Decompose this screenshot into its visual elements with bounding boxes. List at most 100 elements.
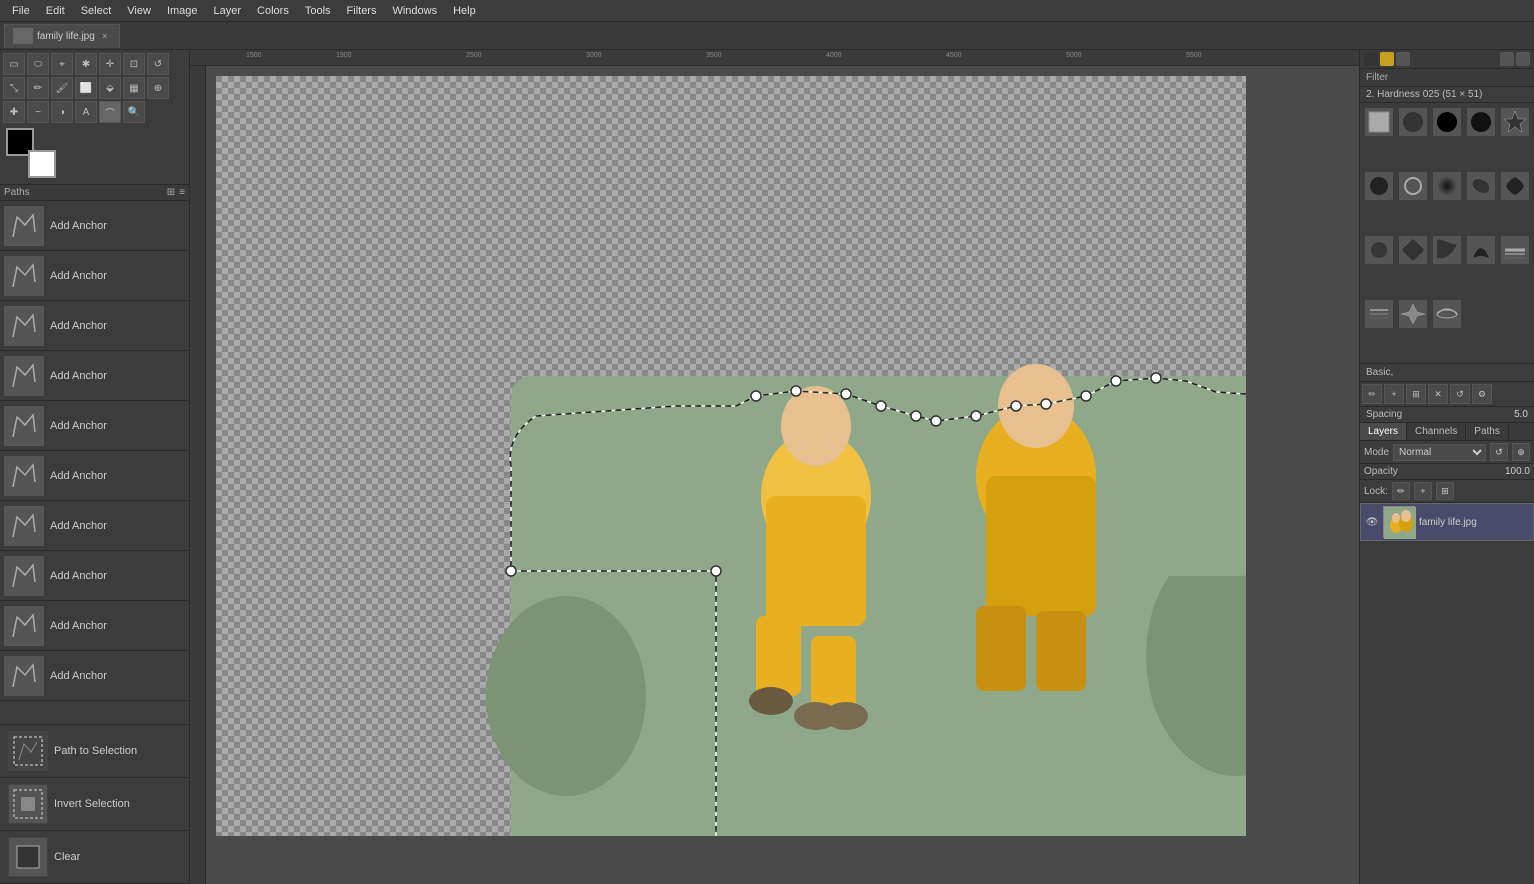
brush-cell[interactable] [1465, 234, 1497, 266]
brush-cell[interactable] [1363, 234, 1395, 266]
list-item[interactable]: Add Anchor [0, 251, 189, 301]
panel-close-button[interactable] [1396, 52, 1410, 66]
mode-reset-button[interactable]: ↺ [1490, 443, 1508, 461]
brush-cell[interactable] [1499, 234, 1531, 266]
brush-cell[interactable] [1397, 298, 1429, 330]
bucket-tool[interactable]: ⬙ [99, 77, 121, 99]
brush-edit-button[interactable]: ✏ [1362, 384, 1382, 404]
tab-channels[interactable]: Channels [1407, 423, 1466, 440]
background-color[interactable] [28, 150, 56, 178]
image-tab[interactable]: family life.jpg × [4, 24, 120, 48]
list-item[interactable]: Add Anchor [0, 201, 189, 251]
layer-thumbnail [1383, 506, 1415, 538]
clear-button[interactable]: Clear [0, 831, 189, 884]
toolbox-settings-icon[interactable]: ≡ [179, 187, 185, 198]
path-tool[interactable]: ⌒ [99, 101, 121, 123]
lock-all-button[interactable]: ⊞ [1436, 482, 1454, 500]
crop-tool[interactable]: ⊡ [123, 53, 145, 75]
brush-duplicate-button[interactable]: ⊞ [1406, 384, 1426, 404]
gradient-tool[interactable]: ▦ [123, 77, 145, 99]
panel-restore-button[interactable] [1380, 52, 1394, 66]
panel-action-button[interactable] [1500, 52, 1514, 66]
tab-paths[interactable]: Paths [1466, 423, 1509, 440]
zoom-tool[interactable]: 🔍 [123, 101, 145, 123]
tab-close-button[interactable]: × [99, 30, 111, 42]
brush-cell[interactable] [1363, 170, 1395, 202]
brush-cell[interactable] [1499, 106, 1531, 138]
list-item[interactable]: Add Anchor [0, 301, 189, 351]
menu-edit[interactable]: Edit [38, 3, 73, 19]
dodge-tool[interactable]: ◑ [51, 101, 73, 123]
brush-cell[interactable] [1431, 106, 1463, 138]
tab-layers[interactable]: Layers [1360, 423, 1407, 440]
brush-cell[interactable] [1431, 298, 1463, 330]
menu-colors[interactable]: Colors [249, 3, 297, 19]
color-swatches [6, 128, 56, 178]
tool-icons: ▭ ⬭ ⌖ ✱ ✛ ⊡ ↺ ⤡ ✏ 🖌 ⬜ ⬙ ▦ ⊕ ✚ ~ ◑ A ⌒ 🔍 [0, 50, 189, 185]
brush-tool[interactable]: 🖌 [51, 77, 73, 99]
brush-settings-button[interactable]: ⚙ [1472, 384, 1492, 404]
mode-settings-button[interactable]: ⊕ [1512, 443, 1530, 461]
brush-cell[interactable] [1397, 170, 1429, 202]
eraser-tool[interactable]: ⬜ [75, 77, 97, 99]
lasso-tool[interactable]: ⌖ [51, 53, 73, 75]
panel-minimize-button[interactable] [1364, 52, 1378, 66]
brush-cell[interactable] [1431, 234, 1463, 266]
list-item[interactable]: Add Anchor [0, 451, 189, 501]
mode-select[interactable]: Normal Dissolve Multiply Screen Overlay [1393, 444, 1486, 461]
ruler-left [190, 66, 206, 884]
menu-layer[interactable]: Layer [206, 3, 250, 19]
menu-image[interactable]: Image [159, 3, 206, 19]
fuzzy-select-tool[interactable]: ✱ [75, 53, 97, 75]
menu-view[interactable]: View [119, 3, 159, 19]
heal-tool[interactable]: ✚ [3, 101, 25, 123]
brush-cell[interactable] [1363, 106, 1395, 138]
toolbox: ▭ ⬭ ⌖ ✱ ✛ ⊡ ↺ ⤡ ✏ 🖌 ⬜ ⬙ ▦ ⊕ ✚ ~ ◑ A ⌒ 🔍 [0, 50, 190, 884]
brush-delete-button[interactable]: ✕ [1428, 384, 1448, 404]
menu-windows[interactable]: Windows [384, 3, 445, 19]
move-tool[interactable]: ✛ [99, 53, 121, 75]
list-item[interactable]: Add Anchor [0, 651, 189, 701]
layer-item[interactable]: 👁 family life.jpg [1360, 503, 1534, 541]
canvas-image[interactable] [216, 76, 1246, 836]
lock-pixels-button[interactable]: ✏ [1392, 482, 1410, 500]
brush-cell[interactable] [1397, 106, 1429, 138]
scale-tool[interactable]: ⤡ [3, 77, 25, 99]
brush-cell[interactable] [1431, 170, 1463, 202]
smudge-tool[interactable]: ~ [27, 101, 49, 123]
rotate-tool[interactable]: ↺ [147, 53, 169, 75]
layer-visibility-toggle[interactable]: 👁 [1365, 515, 1379, 529]
menu-help[interactable]: Help [445, 3, 484, 19]
invert-selection-button[interactable]: Invert Selection [0, 778, 189, 831]
brush-cell[interactable] [1499, 170, 1531, 202]
layer-name: family life.jpg [1419, 517, 1477, 528]
menu-file[interactable]: File [4, 3, 38, 19]
brush-refresh-button[interactable]: ↺ [1450, 384, 1470, 404]
panel-settings-button[interactable] [1516, 52, 1530, 66]
list-item[interactable]: Add Anchor [0, 601, 189, 651]
brush-info: 2. Hardness 025 (51 × 51) [1360, 87, 1534, 103]
brush-cell[interactable] [1465, 170, 1497, 202]
pencil-tool[interactable]: ✏ [27, 77, 49, 99]
list-item[interactable]: Add Anchor [0, 551, 189, 601]
spacing-label: Spacing [1366, 409, 1510, 420]
list-item[interactable]: Add Anchor [0, 501, 189, 551]
lock-label: Lock: [1364, 486, 1388, 497]
lock-position-button[interactable]: + [1414, 482, 1432, 500]
brush-new-button[interactable]: + [1384, 384, 1404, 404]
toolbox-expand-icon[interactable]: ⊞ [167, 187, 175, 198]
menu-select[interactable]: Select [73, 3, 120, 19]
list-item[interactable]: Add Anchor [0, 401, 189, 451]
path-list: Paths ⊞ ≡ Add Anchor Add Anchor [0, 185, 189, 724]
brush-cell[interactable] [1465, 106, 1497, 138]
list-item[interactable]: Add Anchor [0, 351, 189, 401]
clone-tool[interactable]: ⊕ [147, 77, 169, 99]
menu-filters[interactable]: Filters [339, 3, 385, 19]
ellipse-select-tool[interactable]: ⬭ [27, 53, 49, 75]
menu-tools[interactable]: Tools [297, 3, 339, 19]
rect-select-tool[interactable]: ▭ [3, 53, 25, 75]
brush-cell[interactable] [1363, 298, 1395, 330]
text-tool[interactable]: A [75, 101, 97, 123]
path-to-selection-button[interactable]: Path to Selection [0, 725, 189, 778]
brush-cell[interactable] [1397, 234, 1429, 266]
